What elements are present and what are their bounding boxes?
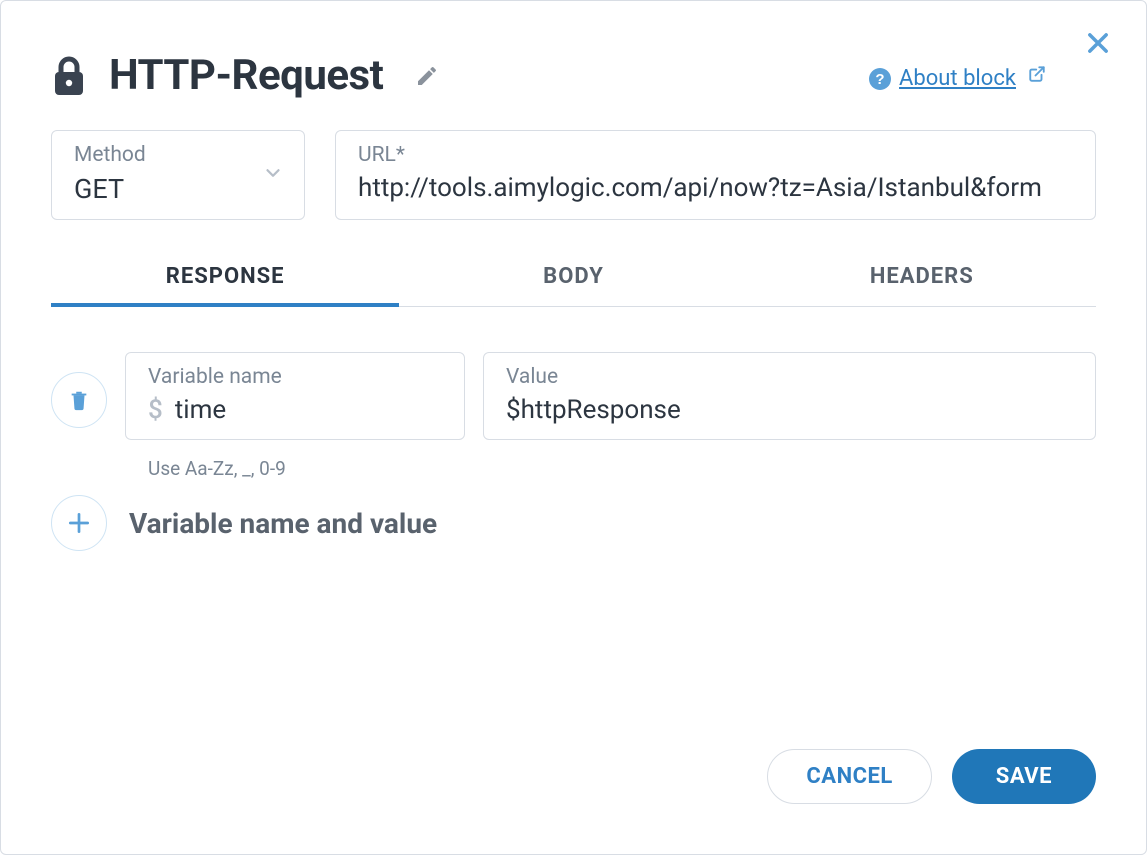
dollar-icon: $ xyxy=(148,395,163,425)
method-select[interactable]: Method GET xyxy=(51,130,305,220)
pencil-icon xyxy=(415,64,439,88)
tab-headers[interactable]: HEADERS xyxy=(748,250,1096,306)
svg-text:?: ? xyxy=(875,71,884,88)
http-request-modal: HTTP-Request ? About block xyxy=(0,0,1147,855)
tabs: RESPONSE BODY HEADERS xyxy=(51,250,1096,307)
modal-footer: CANCEL SAVE xyxy=(51,719,1096,804)
chevron-down-icon xyxy=(262,162,284,188)
title-group: HTTP-Request xyxy=(51,51,439,100)
url-input[interactable] xyxy=(358,173,1073,203)
add-variable-row[interactable]: Variable name and value xyxy=(51,495,1096,551)
method-url-row: Method GET URL* xyxy=(51,130,1096,220)
add-variable-label: Variable name and value xyxy=(129,507,437,540)
url-label: URL* xyxy=(358,143,1073,167)
variable-name-input[interactable] xyxy=(175,395,442,425)
variable-name-label: Variable name xyxy=(148,365,442,389)
url-field[interactable]: URL* xyxy=(335,130,1096,220)
delete-variable-button[interactable] xyxy=(51,372,107,428)
save-button[interactable]: SAVE xyxy=(952,749,1096,804)
about-block-link[interactable]: ? About block xyxy=(869,65,1046,93)
edit-title-button[interactable] xyxy=(415,64,439,88)
response-panel: Variable name $ Use Aa-Zz, _, 0-9 Value … xyxy=(51,352,1096,719)
variable-value-label: Value xyxy=(506,365,1073,389)
add-variable-button[interactable] xyxy=(51,495,107,551)
cancel-button[interactable]: CANCEL xyxy=(767,749,931,804)
close-button[interactable] xyxy=(1084,29,1112,61)
modal-header: HTTP-Request ? About block xyxy=(51,51,1096,100)
variable-row: Variable name $ Use Aa-Zz, _, 0-9 Value xyxy=(51,352,1096,440)
tab-response[interactable]: RESPONSE xyxy=(51,250,399,307)
tab-body[interactable]: BODY xyxy=(399,250,747,306)
variable-value-field[interactable]: Value xyxy=(483,352,1096,440)
method-label: Method xyxy=(74,143,282,167)
close-icon xyxy=(1084,29,1112,57)
variable-name-field[interactable]: Variable name $ Use Aa-Zz, _, 0-9 xyxy=(125,352,465,440)
lock-icon xyxy=(51,56,87,96)
variable-name-hint: Use Aa-Zz, _, 0-9 xyxy=(148,457,286,480)
page-title: HTTP-Request xyxy=(109,51,383,100)
variable-value-input[interactable] xyxy=(506,395,1073,425)
help-icon: ? xyxy=(869,68,891,90)
about-block-text[interactable]: About block xyxy=(899,66,1016,91)
method-value: GET xyxy=(74,173,282,205)
trash-icon xyxy=(68,388,90,412)
plus-icon xyxy=(66,510,92,536)
external-link-icon xyxy=(1028,65,1046,83)
